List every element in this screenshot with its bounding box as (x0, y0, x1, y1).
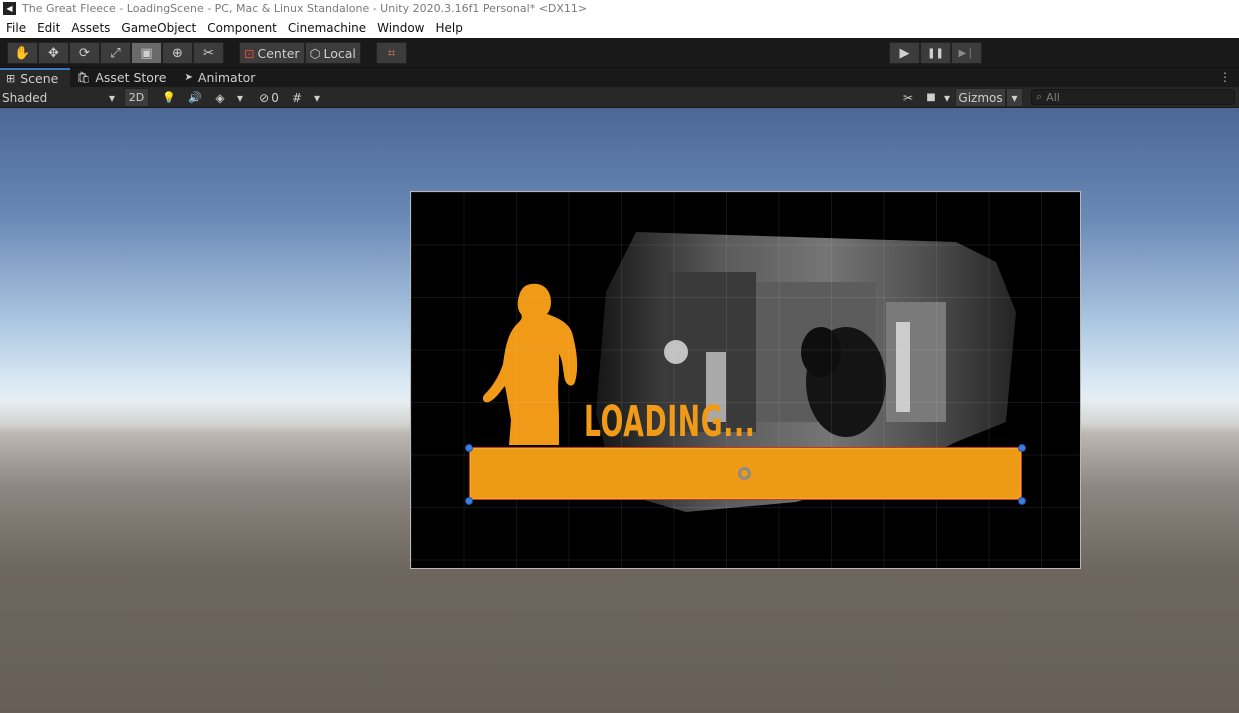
menu-help[interactable]: Help (430, 21, 468, 35)
tab-options-icon[interactable]: ⋮ (1219, 70, 1231, 84)
effects-dropdown-chevron-icon[interactable]: ▾ (233, 88, 247, 107)
snap-group: ⌗ (376, 42, 407, 64)
tab-scene[interactable]: ⊞ Scene (0, 68, 71, 87)
grid-dropdown-chevron-icon[interactable]: ▾ (310, 88, 324, 107)
chevron-down-icon: ▾ (108, 90, 115, 105)
menu-cinemachine[interactable]: Cinemachine (282, 21, 371, 35)
rect-handle-bottom-left[interactable] (465, 497, 473, 505)
window-titlebar: ◀ The Great Fleece - LoadingScene - PC, … (0, 0, 1239, 17)
hand-tool-icon[interactable]: ✋ (7, 42, 38, 64)
unity-logo-icon: ◀ (3, 2, 16, 15)
scene-tools-icon[interactable]: ✂ (898, 88, 918, 107)
tab-animator-label: Animator (197, 70, 256, 85)
transform-tool-icon[interactable]: ⊕ (162, 42, 193, 64)
editor-tabbar: ⊞ Scene 🛍 Asset Store ➤ Animator ⋮ (0, 68, 1239, 87)
rect-tool-icon[interactable]: ▣ (131, 42, 162, 64)
camera-dropdown-chevron-icon[interactable]: ▾ (940, 88, 954, 107)
menubar: File Edit Assets GameObject Component Ci… (0, 17, 1239, 38)
draw-mode-label: Shaded (2, 90, 48, 105)
grid-toggle-icon[interactable]: # (287, 88, 307, 107)
pivot-handle-group: ⊡ Center ⬡ Local (239, 42, 361, 64)
pivot-local-button[interactable]: ⬡ Local (304, 42, 361, 64)
search-placeholder: All (1046, 90, 1060, 104)
step-button-icon[interactable]: ▶❘ (951, 42, 982, 64)
transform-tools-group: ✋ ✥ ⟳ ⤢ ▣ ⊕ ✂ (7, 42, 224, 64)
custom-tool-icon[interactable]: ✂ (193, 42, 224, 64)
rect-handle-top-left[interactable] (465, 444, 473, 452)
scene-view-toolbar: Shaded ▾ 2D 💡 🔊 ◈ ▾ ⊘ 0 # ▾ ✂ ■ ▾ Gizmos… (0, 87, 1239, 108)
scale-tool-icon[interactable]: ⤢ (100, 42, 131, 64)
scene-icon: ⊞ (6, 72, 16, 85)
tab-asset-store-label: Asset Store (95, 70, 167, 85)
asset-store-icon: 🛍 (76, 71, 91, 84)
search-icon: ⌕ (1036, 90, 1043, 103)
audio-toggle-icon[interactable]: 🔊 (184, 88, 206, 107)
play-button-icon[interactable]: ▶ (889, 42, 920, 64)
pivot-center-label: Center (257, 45, 300, 61)
camera-icon[interactable]: ■ (922, 88, 940, 107)
ui-canvas[interactable]: LOADING... (410, 191, 1081, 569)
menu-window[interactable]: Window (371, 21, 429, 35)
rect-handle-top-right[interactable] (1018, 444, 1026, 452)
pivot-local-label: Local (323, 45, 356, 61)
soldier-silhouette (482, 283, 578, 445)
scene-search-field[interactable]: ⌕ All (1031, 89, 1235, 105)
toggle-2d-button[interactable]: 2D (124, 88, 149, 107)
tab-animator[interactable]: ➤ Animator (179, 68, 268, 87)
effects-toggle-icon[interactable]: ◈ (209, 88, 231, 107)
gizmos-dropdown-chevron-icon[interactable]: ▾ (1006, 88, 1023, 107)
window-title: The Great Fleece - LoadingScene - PC, Ma… (22, 2, 588, 15)
cube-icon: ⬡ (309, 45, 321, 61)
menu-edit[interactable]: Edit (31, 21, 65, 35)
grid-snap-icon[interactable]: ⌗ (376, 42, 407, 64)
gizmos-button[interactable]: Gizmos (955, 88, 1006, 107)
hidden-objects-toggle[interactable]: ⊘ 0 (254, 88, 284, 107)
draw-mode-dropdown[interactable]: Shaded ▾ (2, 88, 118, 107)
pivot-handle-icon[interactable] (738, 467, 751, 480)
tab-scene-label: Scene (20, 71, 59, 86)
menu-component[interactable]: Component (201, 21, 282, 35)
loading-text: LOADING... (584, 397, 756, 447)
animator-icon: ➤ (184, 72, 193, 83)
pivot-center-icon: ⊡ (244, 45, 255, 61)
move-tool-icon[interactable]: ✥ (38, 42, 69, 64)
eye-hidden-icon: ⊘ (259, 90, 270, 105)
menu-gameobject[interactable]: GameObject (115, 21, 201, 35)
menu-assets[interactable]: Assets (65, 21, 115, 35)
rect-handle-bottom-right[interactable] (1018, 497, 1026, 505)
playmode-group: ▶ ❚❚ ▶❘ (889, 42, 982, 64)
rotate-tool-icon[interactable]: ⟳ (69, 42, 100, 64)
tab-asset-store[interactable]: 🛍 Asset Store (70, 68, 178, 87)
pivot-center-button[interactable]: ⊡ Center (239, 42, 305, 64)
hidden-objects-count: 0 (271, 90, 279, 105)
main-toolbar: ✋ ✥ ⟳ ⤢ ▣ ⊕ ✂ ⊡ Center ⬡ Local ⌗ ▶ ❚❚ ▶❘ (0, 38, 1239, 68)
pause-button-icon[interactable]: ❚❚ (920, 42, 951, 64)
menu-file[interactable]: File (0, 21, 31, 35)
lighting-toggle-icon[interactable]: 💡 (158, 88, 180, 107)
